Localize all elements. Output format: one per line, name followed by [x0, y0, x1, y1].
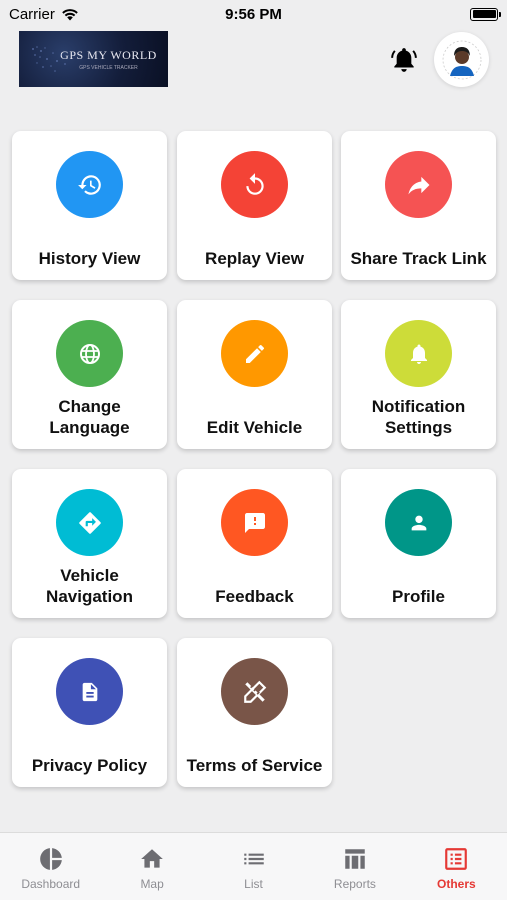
others-icon: [445, 848, 468, 870]
terms-of-service-label: Terms of Service: [186, 756, 323, 775]
terms-of-service-card[interactable]: Terms of Service: [177, 638, 332, 787]
profile-circle: [385, 489, 452, 556]
replay-view-card[interactable]: Replay View: [177, 131, 332, 280]
app-logo: GPS MY WORLD GPS VEHICLE TRACKER: [19, 31, 168, 87]
reports-icon: [345, 849, 365, 869]
bottom-tab-bar: Dashboard Map List Reports Others: [0, 832, 507, 900]
feedback-label: Feedback: [215, 587, 294, 606]
feedback-icon: [244, 512, 265, 533]
change-language-circle: [56, 320, 123, 387]
home-icon: [141, 849, 163, 868]
header: GPS MY WORLD GPS VEHICLE TRACKER: [0, 30, 507, 90]
replay-view-circle: [221, 151, 288, 218]
edit-vehicle-circle: [221, 320, 288, 387]
vehicle-navigation-circle: [56, 489, 123, 556]
avatar-image: [442, 40, 481, 79]
carrier-label: Carrier: [9, 5, 55, 23]
replay-view-label: Replay View: [205, 249, 304, 268]
notification-settings-label: Notification Settings: [371, 397, 466, 437]
terms-of-service-circle: [221, 658, 288, 725]
vehicle-navigation-card[interactable]: Vehicle Navigation: [12, 469, 167, 618]
share-icon: [408, 176, 429, 194]
share-track-link-circle: [385, 151, 452, 218]
edit-vehicle-label: Edit Vehicle: [206, 418, 303, 437]
privacy-policy-label: Privacy Policy: [31, 756, 148, 775]
directions-icon: [78, 511, 101, 534]
tab-dashboard[interactable]: Dashboard: [0, 833, 101, 900]
tab-reports-label: Reports: [333, 877, 376, 891]
battery-icon: [470, 7, 501, 21]
person-icon: [411, 515, 426, 530]
profile-label: Profile: [392, 587, 445, 606]
user-avatar[interactable]: [434, 32, 489, 87]
wifi-icon: [62, 8, 78, 20]
tab-reports[interactable]: Reports: [304, 833, 405, 900]
pie-chart-icon: [39, 848, 62, 870]
feedback-card[interactable]: Feedback: [177, 469, 332, 618]
privacy-policy-card[interactable]: Privacy Policy: [12, 638, 167, 787]
share-track-link-label: Share Track Link: [350, 249, 487, 268]
logo-subtitle: GPS VEHICLE TRACKER: [79, 64, 138, 71]
share-track-link-card[interactable]: Share Track Link: [341, 131, 496, 280]
notification-settings-card[interactable]: Notification Settings: [341, 300, 496, 449]
tab-others[interactable]: Others: [406, 833, 507, 900]
tab-list[interactable]: List: [203, 833, 304, 900]
tab-map[interactable]: Map: [101, 833, 202, 900]
feedback-circle: [221, 489, 288, 556]
history-icon: [77, 174, 101, 195]
world-map-graphic: [32, 46, 66, 72]
history-view-card[interactable]: History View: [12, 131, 167, 280]
bell-settings-icon: [410, 343, 428, 364]
edit-vehicle-card[interactable]: Edit Vehicle: [177, 300, 332, 449]
replay-icon: [245, 172, 264, 195]
status-bar: Carrier 9:56 PM: [0, 0, 507, 28]
notification-settings-circle: [385, 320, 452, 387]
vehicle-navigation-label: Vehicle Navigation: [46, 566, 133, 606]
globe-icon: [79, 343, 100, 364]
history-view-label: History View: [38, 249, 141, 268]
privacy-policy-circle: [56, 658, 123, 725]
tab-others-label: Others: [436, 877, 476, 891]
profile-card[interactable]: Profile: [341, 469, 496, 618]
tab-list-label: List: [244, 877, 263, 891]
change-language-card[interactable]: Change Language: [12, 300, 167, 449]
bell-icon[interactable]: [391, 46, 417, 74]
tools-icon: [243, 680, 266, 703]
history-view-circle: [56, 151, 123, 218]
tab-dashboard-label: Dashboard: [21, 877, 81, 891]
document-icon: [82, 682, 97, 701]
tab-map-label: Map: [140, 877, 164, 891]
change-language-label: Change Language: [49, 397, 130, 437]
pencil-icon: [245, 344, 264, 363]
list-icon: [243, 853, 264, 865]
